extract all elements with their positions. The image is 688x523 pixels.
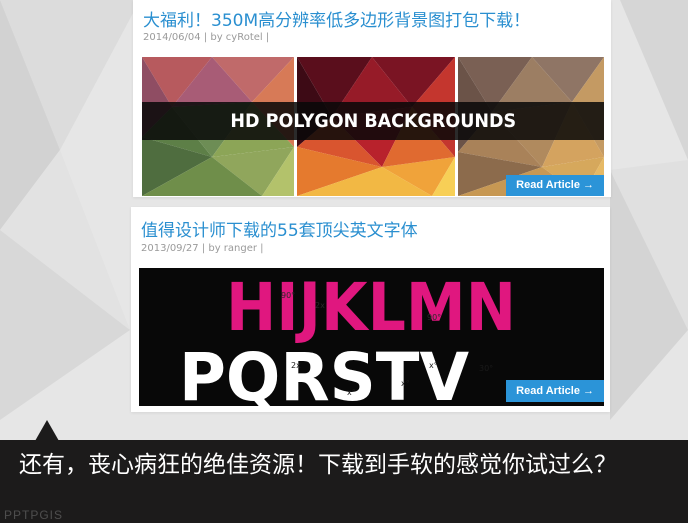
font-sample-mark: x°	[429, 361, 438, 370]
font-sample-mark: 30°	[479, 364, 493, 373]
watermark: PPTPGIS	[4, 508, 64, 522]
post-title-link[interactable]: 值得设计师下载的55套顶尖英文字体	[141, 216, 418, 241]
banner-title-band: HD POLYGON BACKGROUNDS	[142, 102, 604, 140]
font-sample-line-1: HIJKLMN	[226, 269, 516, 346]
font-sample-mark: 90°	[281, 291, 295, 300]
font-sample-mark: 2x	[315, 301, 325, 310]
font-sample-mark: x°	[347, 388, 356, 397]
post-meta: 2013/09/27 | by ranger |	[141, 243, 264, 254]
font-sample-mark: 90°	[427, 313, 441, 322]
post-banner-image[interactable]: HIJKLMN PQRSTV 90° 2x 90° 2x x° x° x° 30…	[139, 268, 604, 406]
post-title-link[interactable]: 大福利！350M高分辨率低多边形背景图打包下载！	[143, 6, 530, 31]
post-meta: 2014/06/04 | by cyRotel |	[143, 32, 270, 43]
read-article-button[interactable]: Read Article →	[506, 380, 604, 402]
read-article-button[interactable]: Read Article →	[506, 175, 604, 196]
post-card-1: 大福利！350M高分辨率低多边形背景图打包下载！ 2014/06/04 | by…	[133, 0, 611, 197]
font-sample-mark: x°	[401, 379, 410, 388]
banner-title: HD POLYGON BACKGROUNDS	[230, 110, 516, 132]
caption-bubble-tail	[35, 420, 59, 441]
caption-text: 还有，丧心病狂的绝佳资源！下载到手软的感觉你试过么？	[19, 452, 617, 478]
post-card-2: 值得设计师下载的55套顶尖英文字体 2013/09/27 | by ranger…	[131, 207, 610, 412]
post-banner-image[interactable]: HD POLYGON BACKGROUNDS Read Article →	[142, 57, 604, 196]
font-sample-line-2: PQRSTV	[179, 339, 469, 406]
font-sample-mark: 2x	[291, 361, 301, 370]
